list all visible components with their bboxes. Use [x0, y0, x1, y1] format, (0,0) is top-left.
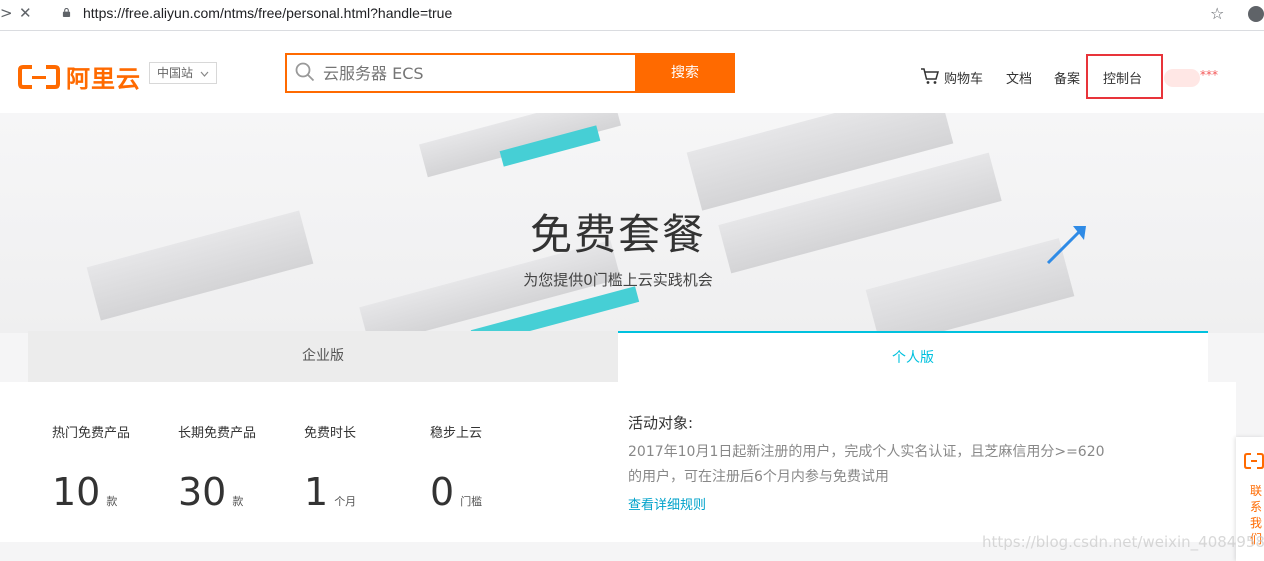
stat-free-duration: 免费时长 1 个月	[304, 422, 357, 514]
bookmark-star-icon[interactable]: ☆	[1210, 4, 1224, 23]
nav-docs[interactable]: 文档	[1006, 68, 1032, 87]
address-bar[interactable]: https://free.aliyun.com/ntms/free/person…	[83, 5, 452, 21]
page-subtitle: 为您提供0门槛上云实践机会	[523, 271, 713, 289]
search-box	[285, 53, 635, 93]
logo-text: 阿里云	[66, 65, 141, 93]
activity-title: 活动对象:	[628, 414, 694, 432]
site-region-label: 中国站	[157, 66, 194, 80]
nav-filing[interactable]: 备案	[1054, 68, 1080, 87]
watermark: https://blog.csdn.net/weixin_40849588	[982, 533, 1264, 551]
plan-details: 热门免费产品 10 款 长期免费产品 30 款 免费时长 1 个月 稳步上云 0 门槛 …	[0, 382, 1236, 542]
chevron-down-icon	[200, 71, 209, 77]
stat-value: 30 款	[178, 470, 244, 514]
search-input[interactable]	[321, 59, 625, 87]
stat-label: 免费时长	[304, 426, 357, 441]
aliyun-logo[interactable]: 阿里云	[18, 59, 141, 94]
tab-enterprise[interactable]: 企业版	[28, 331, 618, 382]
stat-value: 10 款	[52, 470, 118, 514]
stat-value: 1 个月	[304, 470, 357, 514]
back-icon[interactable]: >	[0, 4, 13, 22]
user-name[interactable]: ***	[1200, 68, 1218, 82]
shopping-cart-icon	[921, 68, 939, 84]
lock-icon	[62, 8, 71, 17]
aliyun-small-logo-icon	[1244, 453, 1264, 469]
stat-cloud-onboarding: 稳步上云 0 门槛	[430, 422, 483, 514]
account-icon[interactable]	[1248, 6, 1264, 22]
hero-banner: 免费套餐 为您提供0门槛上云实践机会	[0, 113, 1264, 333]
search-icon	[295, 62, 315, 82]
stat-label: 热门免费产品	[52, 426, 131, 441]
activity-description: 2017年10月1日起新注册的用户，完成个人实名认证，且芝麻信用分>=620的用…	[628, 444, 1105, 485]
view-rules-link[interactable]: 查看详细规则	[628, 494, 706, 513]
console-highlight-box	[1086, 54, 1163, 99]
nav-cart[interactable]: 购物车	[944, 68, 983, 87]
stat-long-term-free-products: 长期免费产品 30 款	[178, 422, 257, 514]
site-header: 阿里云 中国站 搜索 购物车 文档 备案 控制台 ***	[0, 31, 1264, 114]
close-icon[interactable]: ✕	[19, 4, 32, 22]
pointer-arrow-icon	[1046, 226, 1086, 265]
tab-personal[interactable]: 个人版	[618, 331, 1208, 384]
stat-hot-free-products: 热门免费产品 10 款	[52, 422, 131, 514]
search-button[interactable]: 搜索	[635, 53, 735, 93]
aliyun-logo-icon	[18, 64, 60, 89]
browser-toolbar: > ✕ https://free.aliyun.com/ntms/free/pe…	[0, 0, 1264, 31]
stat-value: 0 门槛	[430, 470, 483, 514]
site-region-dropdown[interactable]: 中国站	[149, 62, 217, 84]
stat-label: 长期免费产品	[178, 426, 257, 441]
avatar[interactable]	[1164, 69, 1200, 87]
stat-label: 稳步上云	[430, 426, 483, 441]
